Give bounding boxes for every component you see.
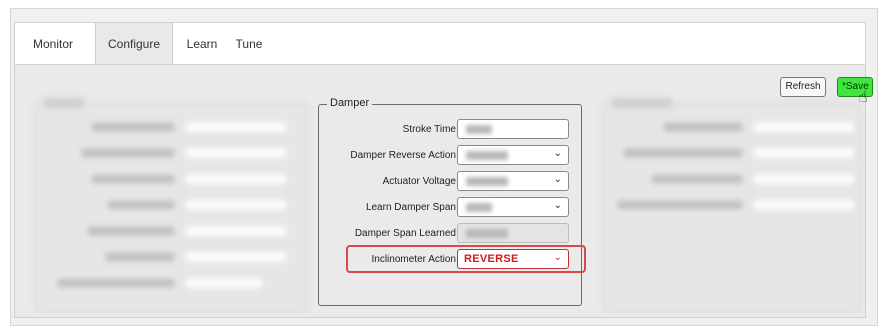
tab-bar: Monitor Configure Learn Tune — [14, 22, 866, 65]
damper-span-learned-field — [457, 223, 569, 243]
learn-damper-span-row: Learn Damper Span ⌄ — [319, 197, 583, 219]
damper-reverse-action-select[interactable]: ⌄ — [457, 145, 569, 165]
actuator-voltage-label: Actuator Voltage — [382, 176, 456, 187]
damper-reverse-action-label: Damper Reverse Action — [350, 150, 456, 161]
learn-damper-span-label: Learn Damper Span — [365, 202, 456, 213]
damper-fieldset: Damper Stroke Time Damper Reverse Action… — [318, 97, 583, 306]
tab-monitor[interactable]: Monitor — [25, 23, 81, 65]
tab-configure[interactable]: Configure — [95, 23, 173, 65]
damper-legend: Damper — [327, 97, 373, 109]
chevron-down-icon: ⌄ — [553, 174, 562, 185]
inclinometer-highlight-box — [346, 245, 586, 273]
tab-tune[interactable]: Tune — [229, 23, 269, 65]
chevron-down-icon: ⌄ — [553, 200, 562, 211]
stroke-time-input[interactable] — [457, 119, 569, 139]
stroke-time-label: Stroke Time — [402, 124, 456, 135]
learn-damper-span-select[interactable]: ⌄ — [457, 197, 569, 217]
damper-span-learned-label: Damper Span Learned — [354, 228, 456, 239]
tab-learn[interactable]: Learn — [179, 23, 225, 65]
stroke-time-row: Stroke Time — [319, 119, 583, 141]
blurred-legend — [612, 98, 672, 108]
blurred-legend — [44, 98, 84, 108]
chevron-down-icon: ⌄ — [553, 148, 562, 159]
general-fieldset-blurred — [35, 98, 307, 311]
actuator-voltage-row: Actuator Voltage ⌄ — [319, 171, 583, 193]
refresh-button[interactable]: Refresh — [780, 77, 826, 97]
damper-span-learned-row: Damper Span Learned — [319, 223, 583, 245]
damper-reverse-action-row: Damper Reverse Action ⌄ — [319, 145, 583, 167]
system-setup-fieldset-blurred — [603, 98, 861, 311]
actuator-voltage-select[interactable]: ⌄ — [457, 171, 569, 191]
